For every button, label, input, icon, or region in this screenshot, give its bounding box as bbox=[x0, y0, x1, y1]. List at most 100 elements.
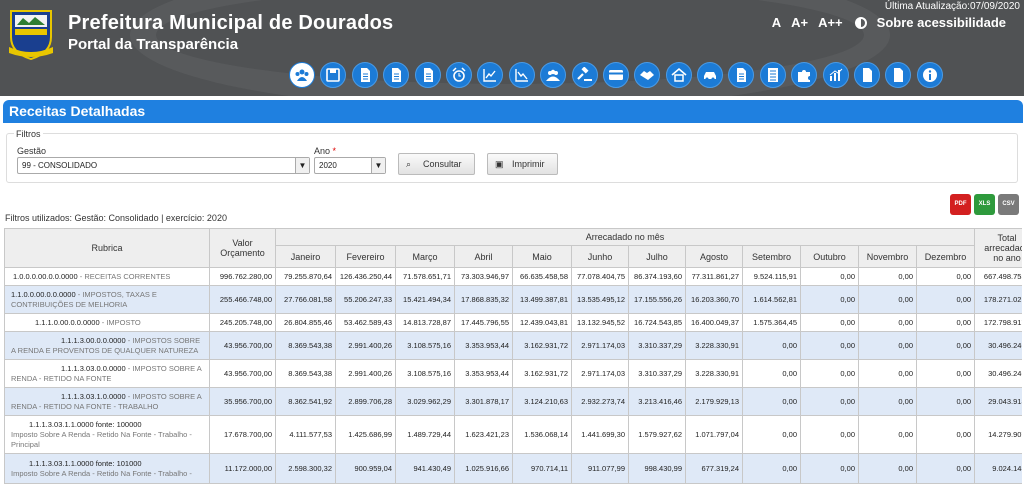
consultar-button[interactable]: ⌕ Consultar bbox=[398, 153, 475, 175]
col-month: Fevereiro bbox=[335, 245, 396, 268]
month-value-cell: 12.439.043,81 bbox=[512, 313, 572, 332]
month-value-cell: 911.077,99 bbox=[571, 453, 629, 484]
month-value-cell: 8.362.541,92 bbox=[275, 387, 336, 416]
month-value-cell: 3.162.931,72 bbox=[512, 359, 572, 388]
nav-puzzle-button[interactable] bbox=[791, 62, 818, 88]
rubrica-name: Imposto Sobre A Renda - Retido Na Fonte … bbox=[11, 429, 192, 449]
month-value-cell: 1.441.699,30 bbox=[571, 415, 629, 454]
month-value-cell: 16.724.543,85 bbox=[628, 313, 686, 332]
rubrica-cell: 1.1.1.3.03.1.1.0000 fonte: 100000 Imposto… bbox=[4, 415, 210, 454]
month-value-cell: 0,00 bbox=[800, 387, 859, 416]
car-icon bbox=[704, 72, 717, 81]
table-body: 1.0.0.0.00.0.0.0000 - RECEITAS CORRENTES… bbox=[4, 267, 1022, 484]
month-value-cell: 86.374.193,60 bbox=[628, 267, 686, 286]
nav-file-button[interactable] bbox=[885, 62, 912, 88]
document-icon bbox=[737, 68, 747, 82]
handshake-icon bbox=[640, 71, 655, 80]
month-value-cell: 900.959,04 bbox=[335, 453, 396, 484]
ano-select[interactable]: 2020 ▼ bbox=[314, 157, 386, 174]
valor-orcamento-cell: 255.466.748,00 bbox=[209, 285, 276, 314]
nav-line-chart-down-button[interactable] bbox=[508, 62, 535, 88]
printer-icon: ▣ bbox=[495, 159, 504, 169]
imprimir-button[interactable]: ▣ Imprimir bbox=[487, 153, 558, 175]
month-value-cell: 1.579.927,62 bbox=[628, 415, 686, 454]
nav-line-chart-up-button[interactable] bbox=[477, 62, 504, 88]
last-update-text: Última Atualização:07/09/2020 bbox=[884, 1, 1020, 12]
month-value-cell: 3.310.337,29 bbox=[628, 331, 686, 360]
nav-car-button[interactable] bbox=[697, 62, 724, 88]
font-normal-button[interactable]: A bbox=[772, 15, 781, 30]
export-csv-icon[interactable]: CSV bbox=[998, 194, 1019, 215]
col-month: Novembro bbox=[858, 245, 917, 268]
nav-save-button[interactable] bbox=[320, 62, 347, 88]
month-value-cell: 16.203.360,70 bbox=[685, 285, 743, 314]
nav-bar-chart-button[interactable] bbox=[822, 62, 849, 88]
gestao-select[interactable]: 99 - CONSOLIDADO ▼ bbox=[17, 157, 310, 174]
total-ano-cell: 172.798.917,31 bbox=[974, 313, 1022, 332]
people-icon bbox=[546, 69, 561, 81]
month-value-cell: 1.489.729,44 bbox=[395, 415, 455, 454]
month-value-cell: 2.991.400,26 bbox=[335, 331, 396, 360]
table-row: 1.1.1.3.00.0.0.0000 - IMPOSTOS SOBRE A R… bbox=[4, 331, 1022, 360]
month-value-cell: 77.078.404,75 bbox=[571, 267, 629, 286]
table-row: 1.1.1.3.03.1.1.0000 fonte: 101000 Imposto… bbox=[4, 453, 1022, 484]
revenue-table-container: Rubrica Valor Orçamento Arrecadado no mê… bbox=[4, 228, 1022, 488]
nav-gavel-button[interactable] bbox=[571, 62, 598, 88]
nav-alarm-clock-button[interactable] bbox=[445, 62, 472, 88]
month-value-cell: 0,00 bbox=[800, 453, 859, 484]
rubrica-name: RECEITAS CORRENTES bbox=[84, 271, 171, 281]
font-increase-more-button[interactable]: A++ bbox=[818, 15, 843, 30]
nav-document-button[interactable] bbox=[414, 62, 441, 88]
document-icon bbox=[392, 68, 402, 82]
month-value-cell: 0,00 bbox=[858, 267, 917, 286]
month-value-cell: 0,00 bbox=[858, 415, 917, 454]
month-value-cell: 1.536.068,14 bbox=[512, 415, 572, 454]
month-value-cell: 0,00 bbox=[742, 387, 801, 416]
nav-handshake-button[interactable] bbox=[634, 62, 661, 88]
rubrica-code: 1.0.0.0.00.0.0.0000 bbox=[13, 271, 78, 281]
month-value-cell: 66.635.458,58 bbox=[512, 267, 572, 286]
col-month: Março bbox=[395, 245, 455, 268]
month-value-cell: 4.111.577,53 bbox=[275, 415, 336, 454]
month-value-cell: 3.108.575,16 bbox=[395, 331, 455, 360]
export-pdf-icon[interactable]: PDF bbox=[950, 194, 971, 215]
rubrica-name: IMPOSTO bbox=[106, 317, 141, 327]
month-value-cell: 1.071.797,04 bbox=[685, 415, 743, 454]
month-value-cell: 1.025.916,66 bbox=[454, 453, 513, 484]
col-rubrica: Rubrica bbox=[4, 228, 210, 268]
accessibility-controls: A A+ A++ Sobre acessibilidade bbox=[762, 15, 1006, 30]
total-ano-cell: 30.496.246,19 bbox=[974, 359, 1022, 388]
valor-orcamento-cell: 996.762.280,00 bbox=[209, 267, 276, 286]
rubrica-code: 1.1.1.3.00.0.0.0000 bbox=[61, 335, 126, 345]
required-marker: * bbox=[332, 146, 337, 156]
month-value-cell: 8.369.543,38 bbox=[275, 359, 336, 388]
month-value-cell: 79.255.870,64 bbox=[275, 267, 336, 286]
gavel-icon bbox=[576, 67, 592, 81]
nav-document-button[interactable] bbox=[383, 62, 410, 88]
month-value-cell: 27.766.081,58 bbox=[275, 285, 336, 314]
month-value-cell: 3.310.337,29 bbox=[628, 359, 686, 388]
font-increase-button[interactable]: A+ bbox=[791, 15, 808, 30]
line-chart-down-icon bbox=[515, 69, 528, 82]
nav-info-button[interactable] bbox=[916, 62, 943, 88]
export-xls-icon[interactable]: XLS bbox=[974, 194, 995, 215]
rubrica-cell: 1.1.1.3.00.0.0.0000 - IMPOSTOS SOBRE A R… bbox=[4, 331, 210, 360]
nav-house-button[interactable] bbox=[665, 62, 692, 88]
table-row: 1.0.0.0.00.0.0.0000 - RECEITAS CORRENTES… bbox=[4, 267, 1022, 286]
month-value-cell: 941.430,49 bbox=[395, 453, 455, 484]
nav-credit-card-button[interactable] bbox=[602, 62, 629, 88]
nav-document-button[interactable] bbox=[351, 62, 378, 88]
contrast-icon[interactable] bbox=[854, 16, 867, 29]
month-value-cell: 1.623.421,23 bbox=[454, 415, 513, 454]
col-arrecadado-mes: Arrecadado no mês bbox=[274, 228, 976, 246]
month-value-cell: 77.311.861,27 bbox=[685, 267, 743, 286]
nav-document-button[interactable] bbox=[728, 62, 755, 88]
site-title: Prefeitura Municipal de Dourados bbox=[68, 12, 394, 34]
about-accessibility-link[interactable]: Sobre acessibilidade bbox=[877, 15, 1006, 30]
ano-label: Ano * bbox=[314, 146, 336, 156]
nav-list-document-button[interactable] bbox=[759, 62, 786, 88]
nav-icon-bar bbox=[289, 62, 948, 88]
nav-people-group-button[interactable] bbox=[289, 62, 315, 88]
nav-file-button[interactable] bbox=[854, 62, 881, 88]
nav-people-button[interactable] bbox=[540, 62, 567, 88]
